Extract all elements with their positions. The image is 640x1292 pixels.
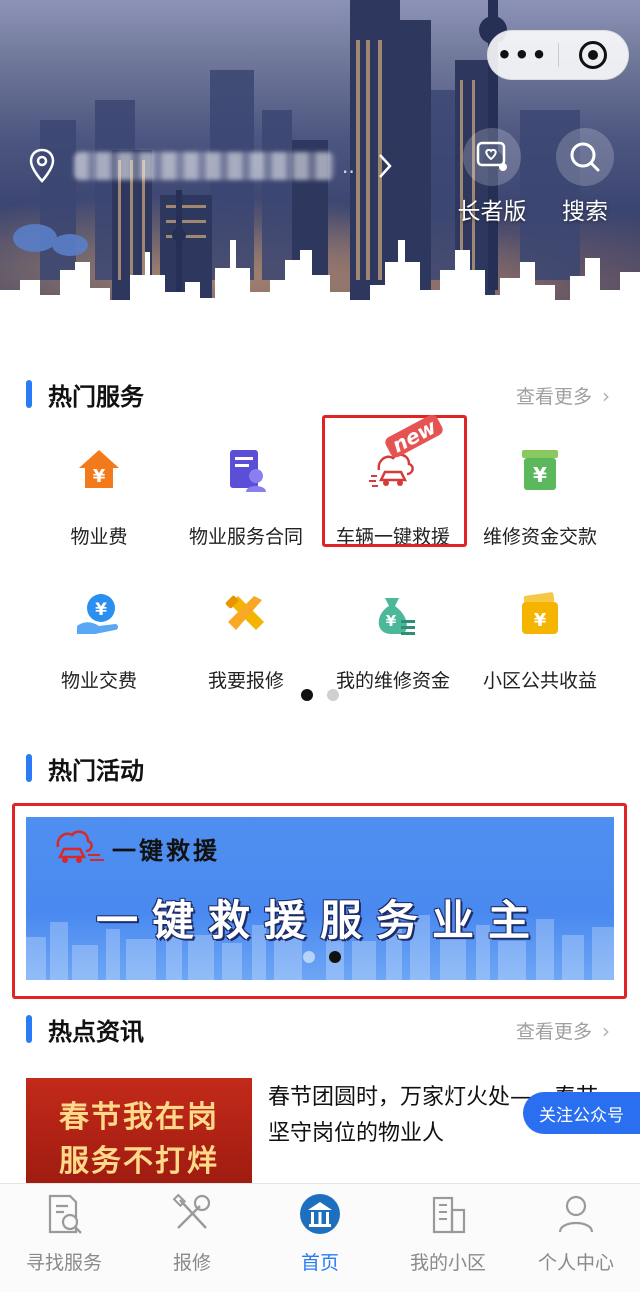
service-label: 物业服务合同 bbox=[188, 526, 303, 548]
svg-text:¥: ¥ bbox=[534, 610, 547, 631]
miniprogram-capsule: ••• bbox=[487, 30, 629, 80]
hero-banner: ••• .. 长者版 搜索 bbox=[0, 0, 640, 345]
tab-repair[interactable]: 报修 bbox=[128, 1184, 256, 1292]
tab-label: 首页 bbox=[300, 1252, 339, 1274]
tab-label: 报修 bbox=[172, 1252, 211, 1274]
svg-text:¥: ¥ bbox=[386, 612, 397, 630]
tab-personal-center[interactable]: 个人中心 bbox=[512, 1184, 640, 1292]
service-label: 小区公共收益 bbox=[482, 670, 597, 692]
chevron-right-icon: › bbox=[602, 383, 610, 408]
search-label: 搜索 bbox=[562, 199, 608, 225]
banner-subtitle: 一键救援 bbox=[112, 836, 220, 865]
find-service-icon bbox=[48, 1194, 82, 1234]
pager-dot-active[interactable] bbox=[301, 689, 313, 701]
svg-text:¥: ¥ bbox=[93, 466, 106, 487]
tab-home[interactable]: 首页 bbox=[256, 1184, 384, 1292]
fund-deposit-icon: ¥ bbox=[522, 450, 558, 490]
hot-services-header: 热门服务 bbox=[26, 379, 144, 411]
location-pin-icon bbox=[29, 148, 55, 183]
tab-label: 我的小区 bbox=[409, 1252, 486, 1274]
wallet-yen-icon: ¥ bbox=[522, 592, 558, 634]
news-thumbnail-line1: 春节我在岗 bbox=[59, 1100, 219, 1135]
section-title: 热点资讯 bbox=[48, 1017, 144, 1046]
car-rescue-icon bbox=[56, 830, 104, 863]
svg-text:¥: ¥ bbox=[533, 463, 547, 487]
service-label: 物业费 bbox=[70, 526, 128, 548]
target-circle-icon[interactable] bbox=[559, 41, 629, 69]
activity-banner[interactable]: 一键救援 一键救援服务业主 bbox=[26, 817, 614, 980]
house-yen-icon: ¥ bbox=[79, 450, 119, 488]
pager-dot[interactable] bbox=[303, 951, 315, 963]
svg-text:¥: ¥ bbox=[95, 600, 107, 620]
pager-dot[interactable] bbox=[327, 689, 339, 701]
location-selector[interactable]: .. bbox=[28, 146, 393, 186]
home-icon bbox=[300, 1194, 340, 1234]
hot-news-see-more[interactable]: 查看更多 › bbox=[516, 1017, 610, 1044]
services-pager[interactable] bbox=[294, 689, 346, 701]
service-item-property-fee[interactable]: ¥ 物业费 bbox=[25, 446, 173, 549]
tab-label: 寻找服务 bbox=[25, 1252, 102, 1274]
see-more-label: 查看更多 bbox=[515, 386, 592, 408]
tab-my-community[interactable]: 我的小区 bbox=[384, 1184, 512, 1292]
elder-heart-icon bbox=[476, 141, 507, 171]
hot-news-header: 热点资讯 bbox=[26, 1014, 144, 1046]
follow-official-account-button[interactable]: 关注公众号 bbox=[523, 1092, 640, 1134]
banner-pager[interactable] bbox=[296, 951, 348, 963]
service-label: 维修资金交款 bbox=[482, 526, 597, 548]
service-item-payment[interactable]: ¥ 物业交费 bbox=[25, 590, 173, 693]
repair-tools-icon bbox=[225, 595, 264, 630]
section-title: 热门活动 bbox=[48, 756, 144, 785]
service-label: 物业交费 bbox=[60, 670, 137, 692]
news-thumbnail[interactable]: 春节我在岗 服务不打烊 bbox=[26, 1078, 252, 1188]
bottom-tab-bar: 寻找服务 报修 首页 我的小区 个人中心 bbox=[0, 1183, 640, 1292]
banner-headline: 一键救援服务业主 bbox=[95, 896, 544, 945]
location-address bbox=[74, 152, 334, 180]
pager-dot-active[interactable] bbox=[329, 951, 341, 963]
person-icon bbox=[558, 1195, 594, 1233]
elder-mode-label: 长者版 bbox=[457, 199, 527, 225]
search-button[interactable]: 搜索 bbox=[545, 128, 625, 226]
tab-label: 个人中心 bbox=[537, 1252, 614, 1274]
see-more-label: 查看更多 bbox=[515, 1021, 592, 1043]
hand-coin-icon: ¥ bbox=[77, 594, 118, 634]
service-item-fund-deposit[interactable]: ¥ 维修资金交款 bbox=[466, 446, 614, 549]
hot-services-see-more[interactable]: 查看更多 › bbox=[516, 382, 610, 409]
more-dots-icon[interactable]: ••• bbox=[488, 41, 558, 69]
service-item-public-income[interactable]: ¥ 小区公共收益 bbox=[466, 590, 614, 693]
money-bag-icon: ¥ bbox=[378, 598, 415, 635]
service-item-repair[interactable]: 我要报修 bbox=[172, 590, 320, 693]
service-item-contract[interactable]: 物业服务合同 bbox=[172, 446, 320, 549]
hot-activities-header: 热门活动 bbox=[26, 753, 144, 785]
news-thumbnail-line2: 服务不打烊 bbox=[59, 1144, 219, 1179]
elder-mode-button[interactable]: 长者版 bbox=[452, 128, 532, 226]
chevron-right-icon bbox=[378, 154, 392, 178]
building-icon bbox=[432, 1196, 466, 1234]
chevron-right-icon: › bbox=[602, 1018, 610, 1043]
location-truncation: .. bbox=[342, 154, 355, 178]
service-item-my-fund[interactable]: ¥ 我的维修资金 bbox=[319, 590, 467, 693]
section-title: 热门服务 bbox=[48, 382, 144, 411]
repair-icon bbox=[172, 1193, 211, 1229]
contract-icon bbox=[230, 450, 266, 492]
tab-find-service[interactable]: 寻找服务 bbox=[0, 1184, 128, 1292]
search-icon bbox=[570, 142, 600, 172]
